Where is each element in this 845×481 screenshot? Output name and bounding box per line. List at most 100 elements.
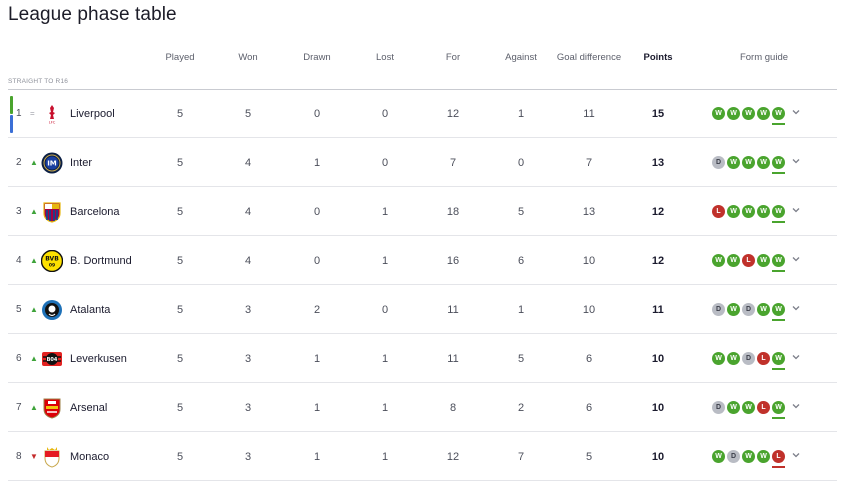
form-result-win[interactable]: W <box>727 254 740 267</box>
form-result-win[interactable]: W <box>727 303 740 316</box>
cell-drawn: 1 <box>313 451 321 463</box>
chevron-down-icon[interactable] <box>790 399 802 411</box>
form-result-win[interactable]: W <box>742 205 755 218</box>
form-result-win[interactable]: W <box>772 156 785 169</box>
table-row[interactable]: 4 ▲ BVB 09 B. Dortmund 5 4 0 1 16 6 10 12 W W L W W <box>8 237 837 285</box>
latest-result-underline <box>772 466 785 468</box>
form-result-draw[interactable]: D <box>712 401 725 414</box>
column-header-won[interactable]: Won <box>218 52 278 63</box>
chevron-down-icon[interactable] <box>790 448 802 460</box>
chevron-down-icon[interactable] <box>790 154 802 166</box>
column-header-against[interactable]: Against <box>491 52 551 63</box>
cell-pts: 12 <box>651 206 665 218</box>
form-result-win[interactable]: W <box>712 107 725 120</box>
form-result-win[interactable]: W <box>742 156 755 169</box>
column-header-lost[interactable]: Lost <box>355 52 415 63</box>
form-result-win[interactable]: W <box>757 107 770 120</box>
form-result-win[interactable]: W <box>727 156 740 169</box>
form-result-win[interactable]: W <box>727 107 740 120</box>
table-row[interactable]: 1 = LFC Liverpool 5 5 0 0 12 1 11 15 W W W W W <box>8 90 837 138</box>
form-result-win[interactable]: W <box>727 205 740 218</box>
chevron-down-icon[interactable] <box>790 252 802 264</box>
form-result-draw[interactable]: D <box>742 303 755 316</box>
cell-pts: 10 <box>651 353 665 365</box>
latest-result-underline <box>772 319 785 321</box>
form-result-loss[interactable]: L <box>712 205 725 218</box>
form-result-win[interactable]: W <box>712 352 725 365</box>
team-name[interactable]: Atalanta <box>70 286 110 334</box>
form-result-win[interactable]: W <box>727 401 740 414</box>
svg-text:09: 09 <box>49 263 55 269</box>
table-row[interactable]: 2 ▲ IM Inter 5 4 1 0 7 0 7 13 D W W W W <box>8 139 837 187</box>
form-result-loss[interactable]: L <box>757 401 770 414</box>
form-result-win[interactable]: W <box>757 205 770 218</box>
team-name[interactable]: Barcelona <box>70 188 120 236</box>
team-name[interactable]: Leverkusen <box>70 335 127 383</box>
table-row[interactable]: 8 ▼ Monaco 5 3 1 1 12 7 5 10 W D W W L <box>8 433 837 481</box>
arsenal-crest-icon <box>41 397 63 419</box>
cell-drawn: 1 <box>313 157 321 169</box>
cell-for: 18 <box>446 206 460 218</box>
table-row[interactable]: 7 ▲ Arsenal 5 3 1 1 8 2 6 10 D W W L W <box>8 384 837 432</box>
position-change-icon: ▲ <box>30 403 38 412</box>
cell-for: 16 <box>446 255 460 267</box>
form-result-draw[interactable]: D <box>742 352 755 365</box>
form-result-draw[interactable]: D <box>727 450 740 463</box>
form-result-win[interactable]: W <box>757 303 770 316</box>
team-name[interactable]: Monaco <box>70 433 109 481</box>
form-result-win[interactable]: W <box>742 450 755 463</box>
row-divider <box>8 137 837 138</box>
cell-lost: 1 <box>381 451 389 463</box>
cell-against: 5 <box>517 206 525 218</box>
form-result-win[interactable]: W <box>772 254 785 267</box>
column-header-goal-difference[interactable]: Goal difference <box>544 52 634 63</box>
cell-against: 6 <box>517 255 525 267</box>
team-name[interactable]: Arsenal <box>70 384 107 432</box>
form-result-win[interactable]: W <box>757 254 770 267</box>
form-result-draw[interactable]: D <box>712 156 725 169</box>
form-result-win[interactable]: W <box>727 352 740 365</box>
column-header-played[interactable]: Played <box>150 52 210 63</box>
team-name[interactable]: B. Dortmund <box>70 237 132 285</box>
form-result-win[interactable]: W <box>712 450 725 463</box>
latest-result-underline <box>772 221 785 223</box>
column-header-for[interactable]: For <box>423 52 483 63</box>
form-result-win[interactable]: W <box>757 156 770 169</box>
form-result-win[interactable]: W <box>742 107 755 120</box>
chevron-down-icon[interactable] <box>790 350 802 362</box>
table-row[interactable]: 3 ▲ Barcelona 5 4 0 1 18 5 13 12 L W W W W <box>8 188 837 236</box>
form-result-win[interactable]: W <box>742 401 755 414</box>
team-name[interactable]: Inter <box>70 139 92 187</box>
cell-pts: 12 <box>651 255 665 267</box>
chevron-down-icon[interactable] <box>790 301 802 313</box>
form-result-win[interactable]: W <box>772 205 785 218</box>
cell-pts: 13 <box>651 157 665 169</box>
form-result-win[interactable]: W <box>772 303 785 316</box>
form-result-loss[interactable]: L <box>772 450 785 463</box>
qualification-section-label: STRAIGHT TO R16 <box>8 78 69 85</box>
form-result-win[interactable]: W <box>772 401 785 414</box>
latest-result-underline <box>772 417 785 419</box>
form-result-win[interactable]: W <box>772 107 785 120</box>
form-result-draw[interactable]: D <box>712 303 725 316</box>
table-row[interactable]: 6 ▲ B04 Leverkusen 5 3 1 1 11 5 6 10 W W D L W <box>8 335 837 383</box>
form-result-win[interactable]: W <box>772 352 785 365</box>
form-result-loss[interactable]: L <box>742 254 755 267</box>
form-result-loss[interactable]: L <box>757 352 770 365</box>
column-header-drawn[interactable]: Drawn <box>287 52 347 63</box>
chevron-down-icon[interactable] <box>790 105 802 117</box>
table-row[interactable]: 5 ▲ Atalanta 5 3 2 0 11 1 10 11 D W D W W <box>8 286 837 334</box>
cell-gd: 10 <box>582 255 596 267</box>
chevron-down-icon[interactable] <box>790 203 802 215</box>
dortmund-crest-icon: BVB 09 <box>40 249 64 273</box>
cell-played: 5 <box>176 108 184 120</box>
row-divider <box>8 235 837 236</box>
cell-won: 3 <box>244 402 252 414</box>
form-result-win[interactable]: W <box>712 254 725 267</box>
team-name[interactable]: Liverpool <box>70 90 115 138</box>
column-header-points[interactable]: Points <box>628 52 688 63</box>
cell-pts: 10 <box>651 451 665 463</box>
cell-won: 3 <box>244 304 252 316</box>
form-result-win[interactable]: W <box>757 450 770 463</box>
cell-won: 3 <box>244 353 252 365</box>
